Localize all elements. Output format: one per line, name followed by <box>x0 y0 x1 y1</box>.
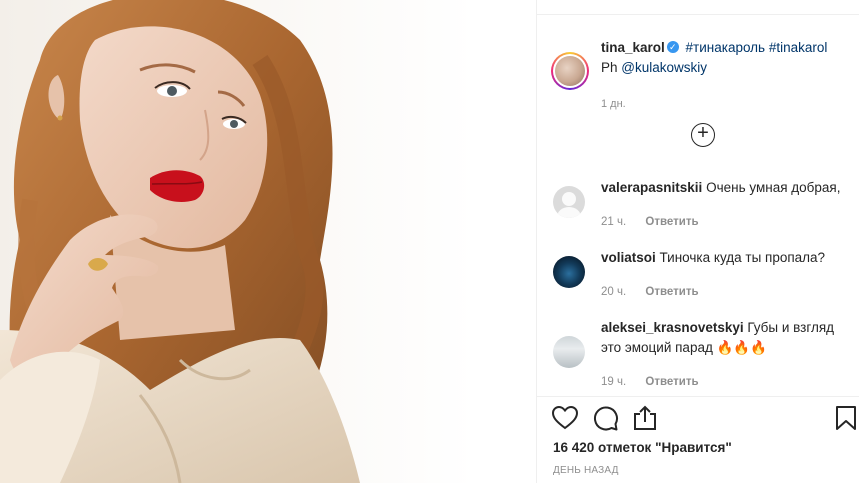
post-photo[interactable] <box>0 0 476 483</box>
caption-prefix: Ph <box>601 60 618 75</box>
comment-text-line2: это эмоций парад 🔥🔥🔥 <box>601 340 768 355</box>
default-avatar-icon[interactable] <box>553 186 585 218</box>
comment-icon <box>594 406 618 431</box>
heart-icon <box>551 405 579 430</box>
share-button[interactable] <box>631 404 659 432</box>
portrait-image <box>0 0 360 483</box>
avatar-image <box>555 56 585 86</box>
comment-text: Очень умная добрая, <box>706 180 841 195</box>
avatar-inner <box>553 54 587 88</box>
share-icon <box>634 405 656 430</box>
group-avatar-icon[interactable] <box>553 336 585 368</box>
author-avatar[interactable] <box>551 52 589 90</box>
reply-button[interactable]: Ответить <box>645 286 698 298</box>
caption-text: tina_karol ✓ #тинакароль #tinakarol Ph @k… <box>601 38 859 114</box>
reply-button[interactable]: Ответить <box>645 376 698 388</box>
comment-meta: 20 ч. Ответить <box>601 282 859 302</box>
mention-link[interactable]: @kulakowskiy <box>621 60 707 75</box>
comment-username[interactable]: aleksei_krasnovetskyi <box>601 320 744 335</box>
comment-username[interactable]: valerapasnitskii <box>601 180 702 195</box>
reply-button[interactable]: Ответить <box>645 216 698 228</box>
save-button[interactable] <box>832 404 859 432</box>
like-button[interactable] <box>551 404 579 432</box>
verified-badge-icon: ✓ <box>666 41 679 54</box>
comment-text: Тиночка куда ты пропала? <box>659 250 826 265</box>
bookmark-icon <box>836 406 856 430</box>
comment-body: valerapasnitskii Очень умная добрая, 21 … <box>601 178 859 232</box>
comment-username[interactable]: voliatsoi <box>601 250 656 265</box>
comment-text: Губы и взгляд <box>747 320 835 335</box>
comment-body: aleksei_krasnovetskyi Губы и взгляд это … <box>601 318 859 392</box>
comment-meta: 19 ч. Ответить <box>601 372 859 392</box>
divider-actions <box>537 396 859 397</box>
plus-circle-icon: + <box>697 122 709 144</box>
caption-time: 1 дн. <box>601 98 626 110</box>
comment-time: 19 ч. <box>601 376 627 388</box>
wolf-avatar-icon[interactable] <box>553 256 585 288</box>
post-date: ДЕНЬ НАЗАД <box>553 465 619 476</box>
comment-body: voliatsoi Тиночка куда ты пропала? 20 ч.… <box>601 248 859 302</box>
likes-count[interactable]: 16 420 отметок "Нравится" <box>553 440 732 455</box>
hashtag-link[interactable]: #тинакароль <box>686 40 766 55</box>
divider-top <box>537 14 859 15</box>
hashtag-link[interactable]: #tinakarol <box>769 40 828 55</box>
post-side-panel: tina_karol ✓ #тинакароль #tinakarol Ph @k… <box>536 0 859 483</box>
comment-time: 20 ч. <box>601 286 627 298</box>
comment-meta: 21 ч. Ответить <box>601 212 859 232</box>
load-more-comments-button[interactable]: + <box>691 123 715 147</box>
comment-time: 21 ч. <box>601 216 627 228</box>
comment-button[interactable] <box>591 404 619 432</box>
author-username[interactable]: tina_karol <box>601 40 665 55</box>
